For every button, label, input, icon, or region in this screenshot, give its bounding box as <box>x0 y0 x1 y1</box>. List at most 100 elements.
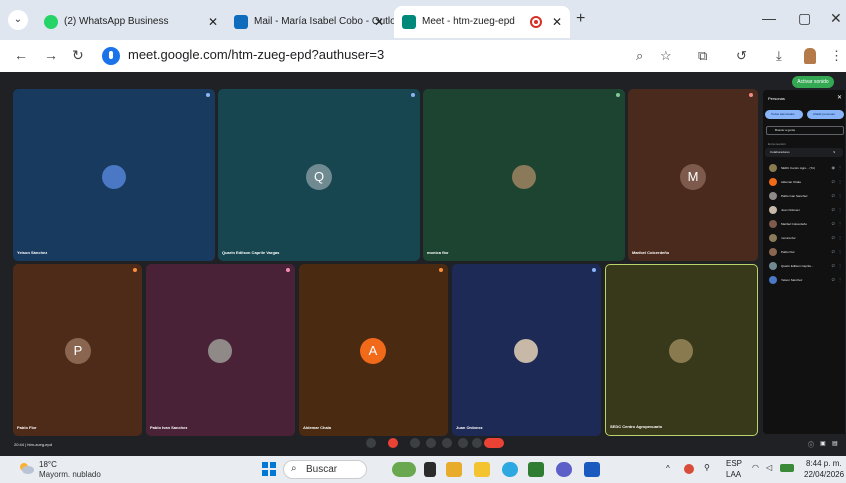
taskbar-widget-icon[interactable] <box>392 462 416 477</box>
more-options-icon[interactable]: ⋮ <box>838 193 842 198</box>
edge-icon[interactable] <box>502 462 518 477</box>
participant-tile[interactable]: Pablo Ivan Sanchez <box>146 264 295 436</box>
clock-time[interactable]: 8:44 p. m. <box>806 459 842 468</box>
participant-tile[interactable]: Juan Ordonez <box>452 264 601 436</box>
present-button[interactable] <box>442 438 452 448</box>
chrome-icon[interactable] <box>446 462 462 477</box>
person-avatar <box>769 248 777 256</box>
people-list-item[interactable]: Pablo Flor ∅ ⋮ <box>766 246 844 258</box>
address-bar[interactable]: meet.google.com/htm-zueg-epd?authuser=3 <box>98 44 678 68</box>
download-icon[interactable]: ⤓ <box>776 48 782 64</box>
people-icon[interactable]: ▣ <box>820 440 826 447</box>
participant-name: Maribel Colcerdeño <box>632 250 670 255</box>
file-explorer-icon[interactable] <box>474 462 490 477</box>
tab-meet[interactable]: Meet - htm-zueg-epd ✕ <box>394 6 570 38</box>
antivirus-icon[interactable] <box>684 464 694 474</box>
more-options-icon[interactable]: ⋮ <box>838 165 842 170</box>
mute-all-button[interactable]: Todos silenciados <box>765 110 803 119</box>
people-list-item[interactable]: Aldemar Chala ∅ ⋮ <box>766 176 844 188</box>
person-name: monica flor <box>781 236 796 240</box>
word-icon[interactable] <box>584 462 600 477</box>
audio-indicator-icon <box>592 268 596 272</box>
participant-tile[interactable]: A Aldemar Chala <box>299 264 448 436</box>
security-icon[interactable]: ⚲ <box>704 463 710 472</box>
leave-call-button[interactable] <box>484 438 504 448</box>
windows-start-icon[interactable] <box>262 462 276 476</box>
mic-off-icon: ∅ <box>831 221 835 226</box>
people-list-item[interactable]: Juan Ordonez ∅ ⋮ <box>766 204 844 216</box>
new-tab-button[interactable]: + <box>576 10 585 28</box>
camera-off-button[interactable] <box>388 438 398 448</box>
people-search-input[interactable]: Buscar a gente <box>766 126 844 135</box>
zoom-icon[interactable]: ⌕ <box>636 48 643 64</box>
more-options-icon[interactable]: ⋮ <box>838 277 842 282</box>
participant-avatar <box>514 339 538 363</box>
meet-area: Activar sonido Yeison Sánchez Q Quarin E… <box>0 72 846 456</box>
person-avatar <box>769 178 777 186</box>
more-options-icon[interactable]: ⋮ <box>838 179 842 184</box>
reload-icon[interactable]: ↻ <box>72 47 84 64</box>
participant-tile[interactable]: P Pablo Flor <box>13 264 142 436</box>
more-options-button[interactable] <box>472 438 482 448</box>
participant-tile-self[interactable]: SEDC Centro Agropecuario <box>605 264 758 436</box>
more-options-icon[interactable]: ⋮ <box>838 235 842 240</box>
volume-icon[interactable]: ◁ <box>766 463 772 472</box>
clock-date[interactable]: 22/04/2026 <box>804 470 844 479</box>
star-icon[interactable]: ☆ <box>660 48 672 64</box>
emoji-button[interactable] <box>426 438 436 448</box>
excel-icon[interactable] <box>528 462 544 477</box>
profile-avatar[interactable] <box>804 48 816 64</box>
participant-tile[interactable]: monica flor <box>423 89 625 261</box>
extensions-icon[interactable]: ⧉ <box>698 48 707 64</box>
tab-search-button[interactable]: ⌄ <box>8 10 28 30</box>
companion-mode-button[interactable]: Activar sonido <box>792 76 834 88</box>
close-tab-icon[interactable]: ✕ <box>208 6 218 38</box>
people-list-item[interactable]: SEDC Centro Agro... (Tú) ◉ ⋮ <box>766 162 844 174</box>
more-options-icon[interactable]: ⋮ <box>838 207 842 212</box>
task-view-icon[interactable] <box>424 462 436 477</box>
history-icon[interactable]: ↺ <box>736 48 747 64</box>
wifi-icon[interactable]: ◠ <box>752 463 759 472</box>
raise-hand-button[interactable] <box>458 438 468 448</box>
outlook-icon <box>234 15 248 29</box>
mic-button[interactable] <box>366 438 376 448</box>
input-language[interactable]: ESP <box>726 459 742 468</box>
people-list-item[interactable]: Maribel Colcerdeño ∅ ⋮ <box>766 218 844 230</box>
taskbar-search-input[interactable]: ⌕ Buscar <box>283 460 367 479</box>
people-list-item[interactable]: Yeison Sánchez ∅ ⋮ <box>766 274 844 286</box>
activities-icon[interactable]: ▤ <box>832 440 838 447</box>
more-options-icon[interactable]: ⋮ <box>838 263 842 268</box>
participant-tile[interactable]: Q Quarin Edilson Caprile Vargas <box>218 89 420 261</box>
audio-indicator-icon <box>616 93 620 97</box>
site-info-icon[interactable] <box>102 47 120 65</box>
close-window-button[interactable]: ✕ <box>830 10 842 27</box>
participant-name: Pablo Flor <box>17 425 37 430</box>
minimize-button[interactable]: — <box>762 10 776 26</box>
show-hidden-icons[interactable]: ^ <box>666 464 670 473</box>
more-options-icon[interactable]: ⋮ <box>838 249 842 254</box>
captions-button[interactable] <box>410 438 420 448</box>
copilot-icon[interactable] <box>556 462 572 477</box>
tab-whatsapp[interactable]: (2) WhatsApp Business ✕ <box>36 6 226 38</box>
people-list-item[interactable]: monica flor ∅ ⋮ <box>766 232 844 244</box>
maximize-button[interactable]: ▢ <box>798 10 811 27</box>
close-tab-icon[interactable]: ✕ <box>552 6 562 38</box>
more-options-icon[interactable]: ⋮ <box>838 221 842 226</box>
input-layout[interactable]: LAA <box>726 470 741 479</box>
tab-outlook[interactable]: Mail - María Isabel Cobo - Outlook ✕ <box>226 6 406 38</box>
participant-name: Pablo Ivan Sanchez <box>150 425 188 430</box>
forward-arrow-icon[interactable]: → <box>44 47 58 63</box>
add-people-button[interactable]: Añadir personas <box>807 110 844 119</box>
menu-icon[interactable]: ⋮ <box>830 48 843 64</box>
close-icon[interactable]: ✕ <box>837 94 842 101</box>
people-list-item[interactable]: Quarin Edilson Caprile... ∅ ⋮ <box>766 260 844 272</box>
meeting-time-code: 20:44 | htm-zueg-epd <box>14 442 52 447</box>
close-tab-icon[interactable]: ✕ <box>374 6 384 38</box>
battery-icon[interactable] <box>780 464 794 472</box>
participant-tile[interactable]: Yeison Sánchez <box>13 89 215 261</box>
back-arrow-icon[interactable]: ← <box>14 47 28 63</box>
people-list-item[interactable]: Pablo Ivan Sanchez ∅ ⋮ <box>766 190 844 202</box>
info-icon[interactable]: ⓘ <box>808 440 814 449</box>
participant-tile[interactable]: M Maribel Colcerdeño <box>628 89 758 261</box>
collaborators-section[interactable]: Colaboradores 9 <box>765 148 843 157</box>
